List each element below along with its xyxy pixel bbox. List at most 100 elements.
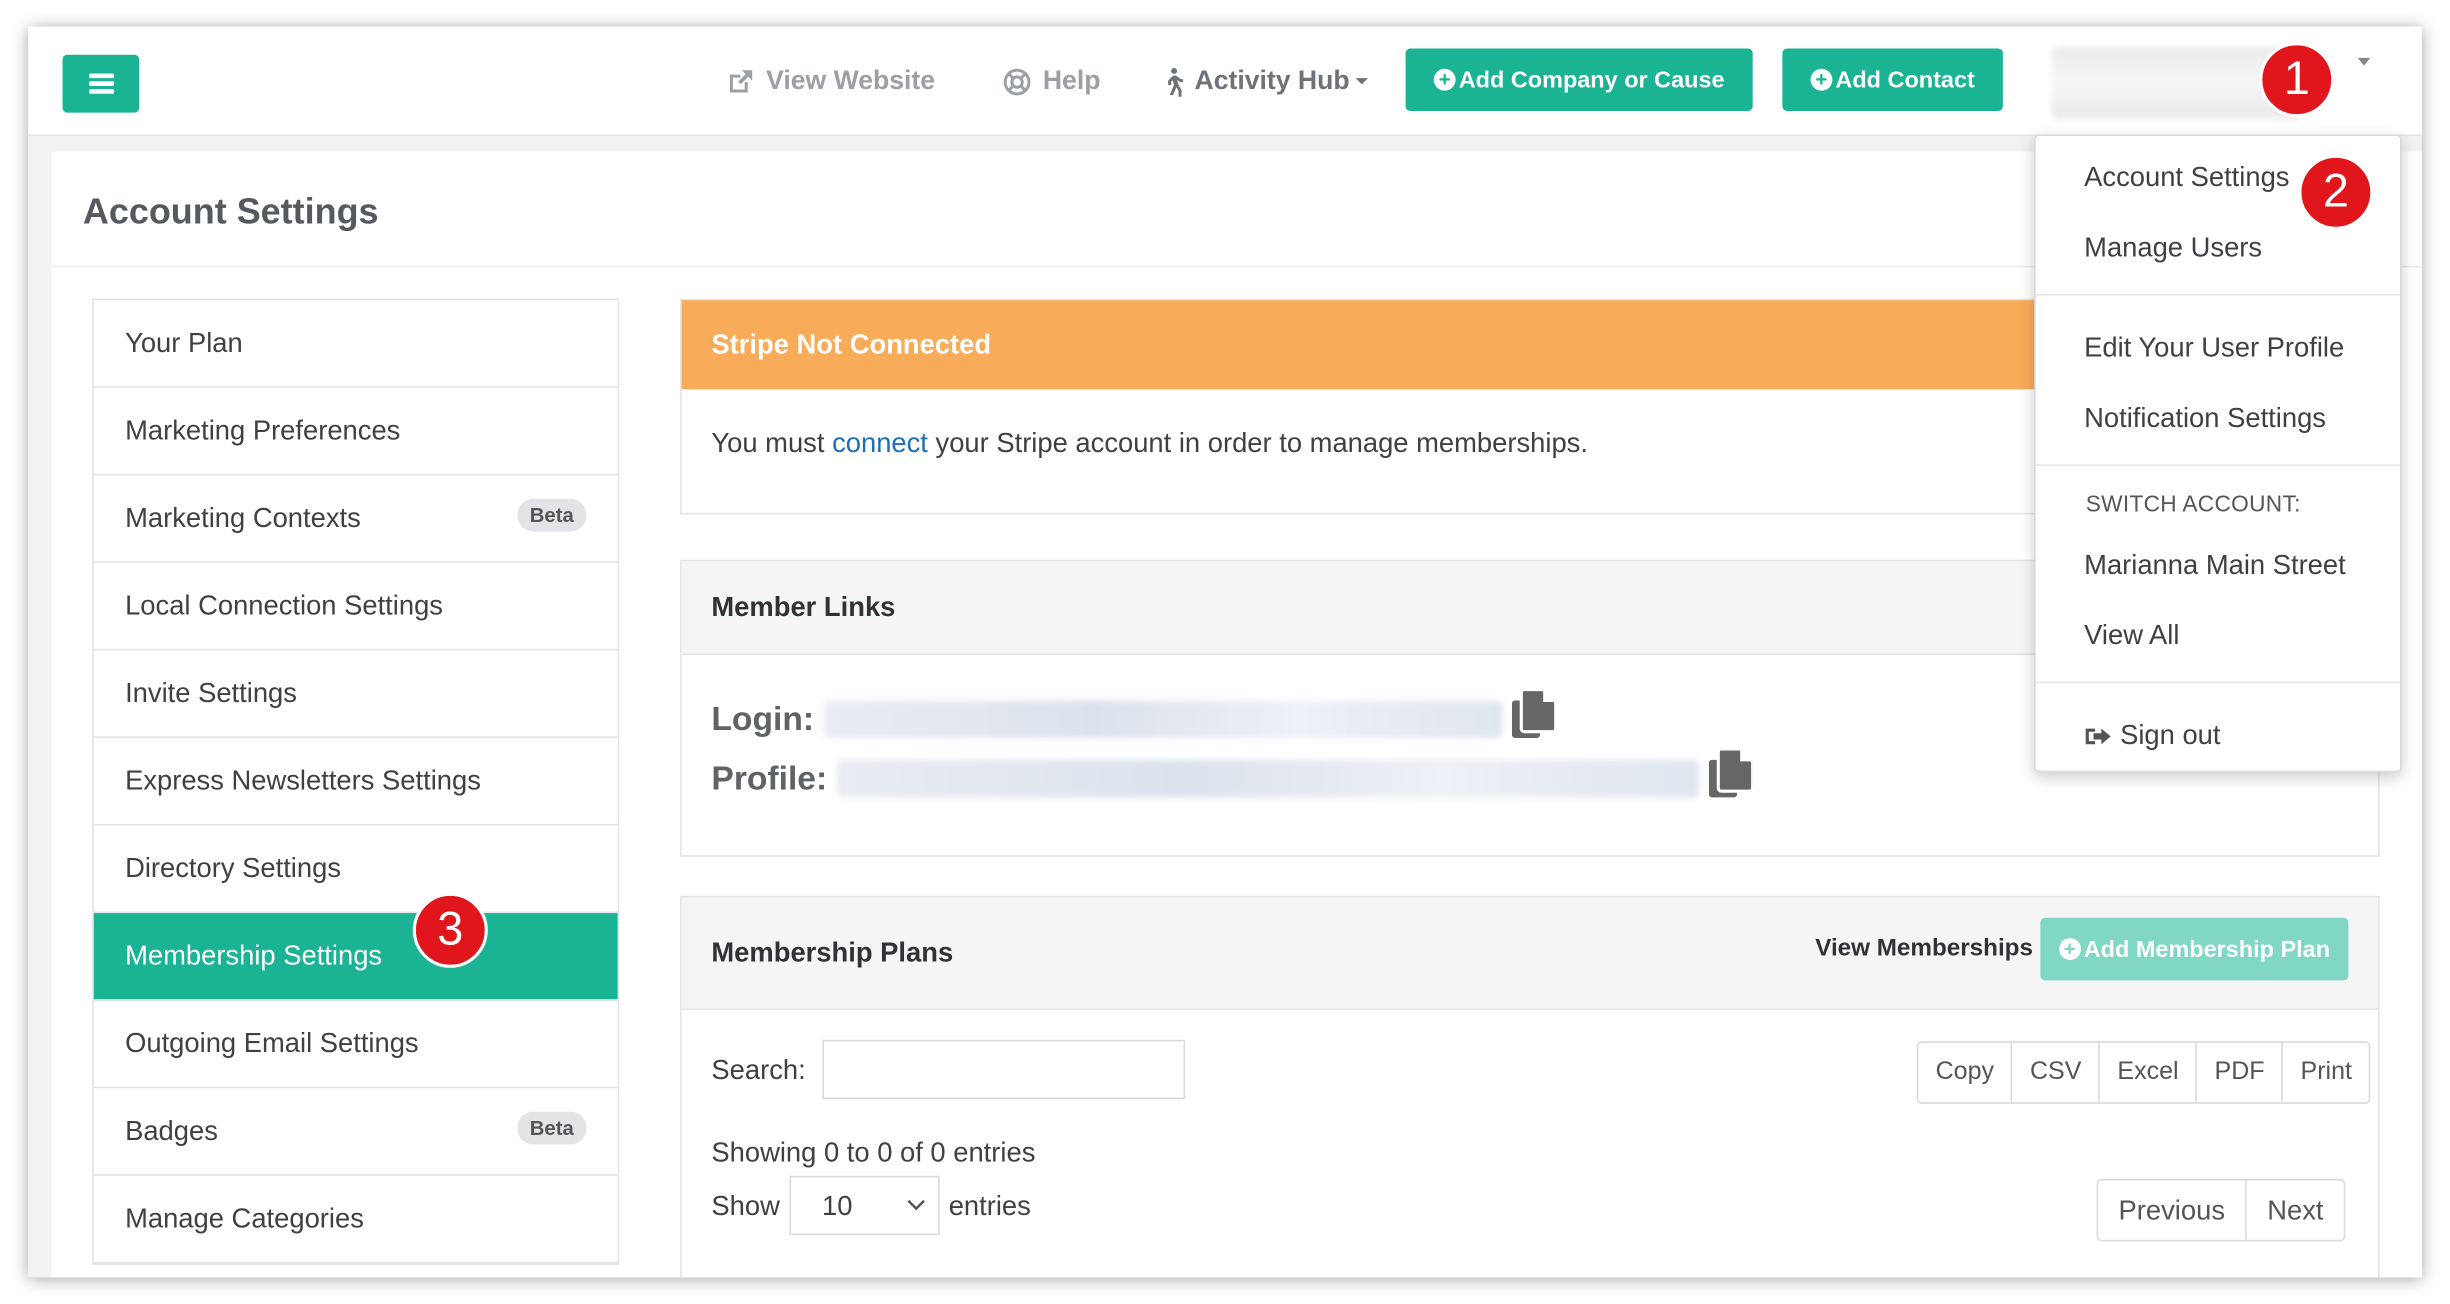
sidebar-item-label: Manage Categories — [125, 1202, 364, 1234]
excel-button[interactable]: Excel — [2100, 1042, 2198, 1103]
login-url-redacted[interactable] — [823, 700, 1503, 738]
sidebar-item-express-newsletters-settings[interactable]: Express Newsletters Settings — [93, 738, 618, 826]
pdf-button[interactable]: PDF — [2197, 1042, 2284, 1103]
add-company-button[interactable]: + Add Company or Cause — [1405, 48, 1753, 112]
show-label: Show — [711, 1189, 780, 1221]
sign-out-label: Sign out — [2120, 719, 2221, 751]
switch-account-heading: SWITCH ACCOUNT: — [2085, 492, 2301, 518]
menu-item-notification-settings[interactable]: Notification Settings — [2084, 402, 2326, 435]
plus-circle-icon: + — [1433, 68, 1456, 91]
next-page-button[interactable]: Next — [2247, 1180, 2344, 1239]
copy-icon[interactable] — [1511, 687, 1557, 749]
page-title: Account Settings — [82, 190, 379, 232]
previous-page-button[interactable]: Previous — [2098, 1180, 2247, 1240]
sidebar-item-invite-settings[interactable]: Invite Settings — [93, 650, 618, 738]
membership-plans-panel: Membership Plans View Memberships + Add … — [680, 895, 2380, 1278]
sidebar-item-marketing-contexts[interactable]: Marketing Contexts Beta — [93, 475, 618, 563]
app-window: View Website Help Activity Hub + Add Com… — [28, 26, 2422, 1278]
csv-button[interactable]: CSV — [2013, 1042, 2101, 1103]
menu-item-account-settings[interactable]: Account Settings — [2084, 161, 2289, 194]
help-label: Help — [1042, 65, 1101, 96]
profile-link-row: Profile: — [711, 747, 1755, 808]
sidebar-item-outgoing-email-settings[interactable]: Outgoing Email Settings — [93, 1001, 618, 1089]
search-input[interactable] — [822, 1039, 1186, 1100]
stripe-text-after: your Stripe account in order to manage m… — [927, 426, 1588, 459]
annotation-marker-3: 3 — [412, 892, 488, 968]
sidebar-item-badges[interactable]: Badges Beta — [93, 1088, 618, 1176]
sidebar-item-label: Your Plan — [125, 326, 243, 359]
settings-sidebar: Your Plan Marketing Preferences Marketin… — [92, 298, 620, 1265]
add-contact-button[interactable]: + Add Contact — [1782, 48, 2003, 112]
print-button[interactable]: Print — [2283, 1043, 2369, 1102]
search-label: Search: — [711, 1053, 806, 1086]
add-membership-plan-button[interactable]: + Add Membership Plan — [2040, 917, 2349, 981]
add-company-label: Add Company or Cause — [1458, 66, 1725, 94]
connect-stripe-link[interactable]: connect — [832, 427, 928, 458]
sidebar-item-your-plan[interactable]: Your Plan — [93, 300, 618, 388]
view-website-label: View Website — [766, 65, 936, 96]
sidebar-item-directory-settings[interactable]: Directory Settings — [93, 826, 618, 914]
activity-hub-label: Activity Hub — [1194, 65, 1350, 96]
sidebar-item-label: Marketing Contexts — [125, 501, 361, 534]
chevron-down-icon — [907, 1199, 925, 1211]
sign-out-icon — [2085, 727, 2111, 744]
sidebar-item-marketing-preferences[interactable]: Marketing Preferences — [93, 388, 618, 476]
menu-item-account-marianna[interactable]: Marianna Main Street — [2084, 549, 2346, 582]
sidebar-item-membership-settings[interactable]: Membership Settings — [93, 913, 618, 1001]
sidebar-item-label: Marketing Preferences — [125, 414, 401, 446]
menu-item-view-all[interactable]: View All — [2084, 619, 2179, 652]
profile-url-redacted[interactable] — [836, 759, 1700, 798]
login-label: Login: — [711, 699, 815, 738]
copy-button[interactable]: Copy — [1918, 1042, 2013, 1103]
sidebar-item-manage-categories[interactable]: Manage Categories — [93, 1176, 618, 1264]
sidebar-item-label: Membership Settings — [125, 939, 383, 971]
copy-icon[interactable] — [1709, 747, 1755, 808]
menu-divider — [2035, 464, 2400, 466]
plus-circle-icon: + — [2058, 937, 2081, 960]
help-link[interactable]: Help — [1002, 61, 1100, 102]
hamburger-icon — [88, 73, 114, 94]
caret-down-icon — [1355, 78, 1369, 85]
add-contact-label: Add Contact — [1835, 66, 1975, 94]
activity-hub-dropdown[interactable]: Activity Hub — [1162, 61, 1369, 102]
page-length-value: 10 — [822, 1189, 853, 1221]
membership-plans-header: Membership Plans View Memberships + Add … — [681, 897, 2379, 1011]
menu-divider — [2035, 681, 2400, 684]
sidebar-item-label: Outgoing Email Settings — [125, 1027, 419, 1059]
sidebar-item-label: Express Newsletters Settings — [125, 764, 481, 796]
pagination: Previous Next — [2096, 1178, 2346, 1242]
sidebar-item-label: Badges — [125, 1114, 218, 1147]
membership-plans-title: Membership Plans — [711, 936, 954, 968]
add-membership-plan-label: Add Membership Plan — [2083, 935, 2331, 963]
beta-badge: Beta — [517, 1111, 587, 1145]
view-website-link[interactable]: View Website — [725, 61, 935, 102]
annotation-marker-2: 2 — [2298, 154, 2374, 230]
user-dropdown-menu: Account Settings Manage Users Edit Your … — [2034, 134, 2402, 773]
plus-circle-icon: + — [1810, 68, 1833, 91]
walking-person-icon — [1168, 67, 1184, 97]
view-memberships-link[interactable]: View Memberships — [1815, 935, 2033, 963]
entries-label: entries — [948, 1189, 1031, 1221]
menu-item-edit-profile[interactable]: Edit Your User Profile — [2084, 331, 2344, 364]
menu-item-manage-users[interactable]: Manage Users — [2084, 231, 2262, 264]
external-link-icon — [729, 69, 753, 92]
export-button-group: Copy CSV Excel PDF Print — [1916, 1041, 2371, 1104]
sidebar-item-label: Directory Settings — [125, 852, 342, 884]
login-link-row: Login: — [711, 687, 1557, 749]
entries-info: Showing 0 to 0 of 0 entries — [711, 1136, 1036, 1168]
sidebar-item-local-connection-settings[interactable]: Local Connection Settings — [93, 563, 618, 651]
help-lifebuoy-icon — [1003, 67, 1031, 95]
profile-label: Profile: — [711, 759, 828, 797]
annotation-marker-1: 1 — [2259, 42, 2335, 118]
caret-down-icon — [2357, 57, 2371, 66]
sidebar-item-label: Local Connection Settings — [125, 589, 443, 621]
stripe-text-before: You must — [711, 426, 833, 459]
menu-item-sign-out[interactable]: Sign out — [2084, 719, 2221, 752]
hamburger-menu-button[interactable] — [62, 54, 140, 113]
sidebar-item-label: Invite Settings — [125, 676, 297, 709]
menu-divider — [2035, 293, 2400, 296]
beta-badge: Beta — [517, 498, 587, 532]
top-navbar: View Website Help Activity Hub + Add Com… — [28, 26, 2422, 137]
page-length-select[interactable]: 10 — [789, 1175, 940, 1236]
page-length-control: Show 10 entries — [711, 1175, 1031, 1236]
